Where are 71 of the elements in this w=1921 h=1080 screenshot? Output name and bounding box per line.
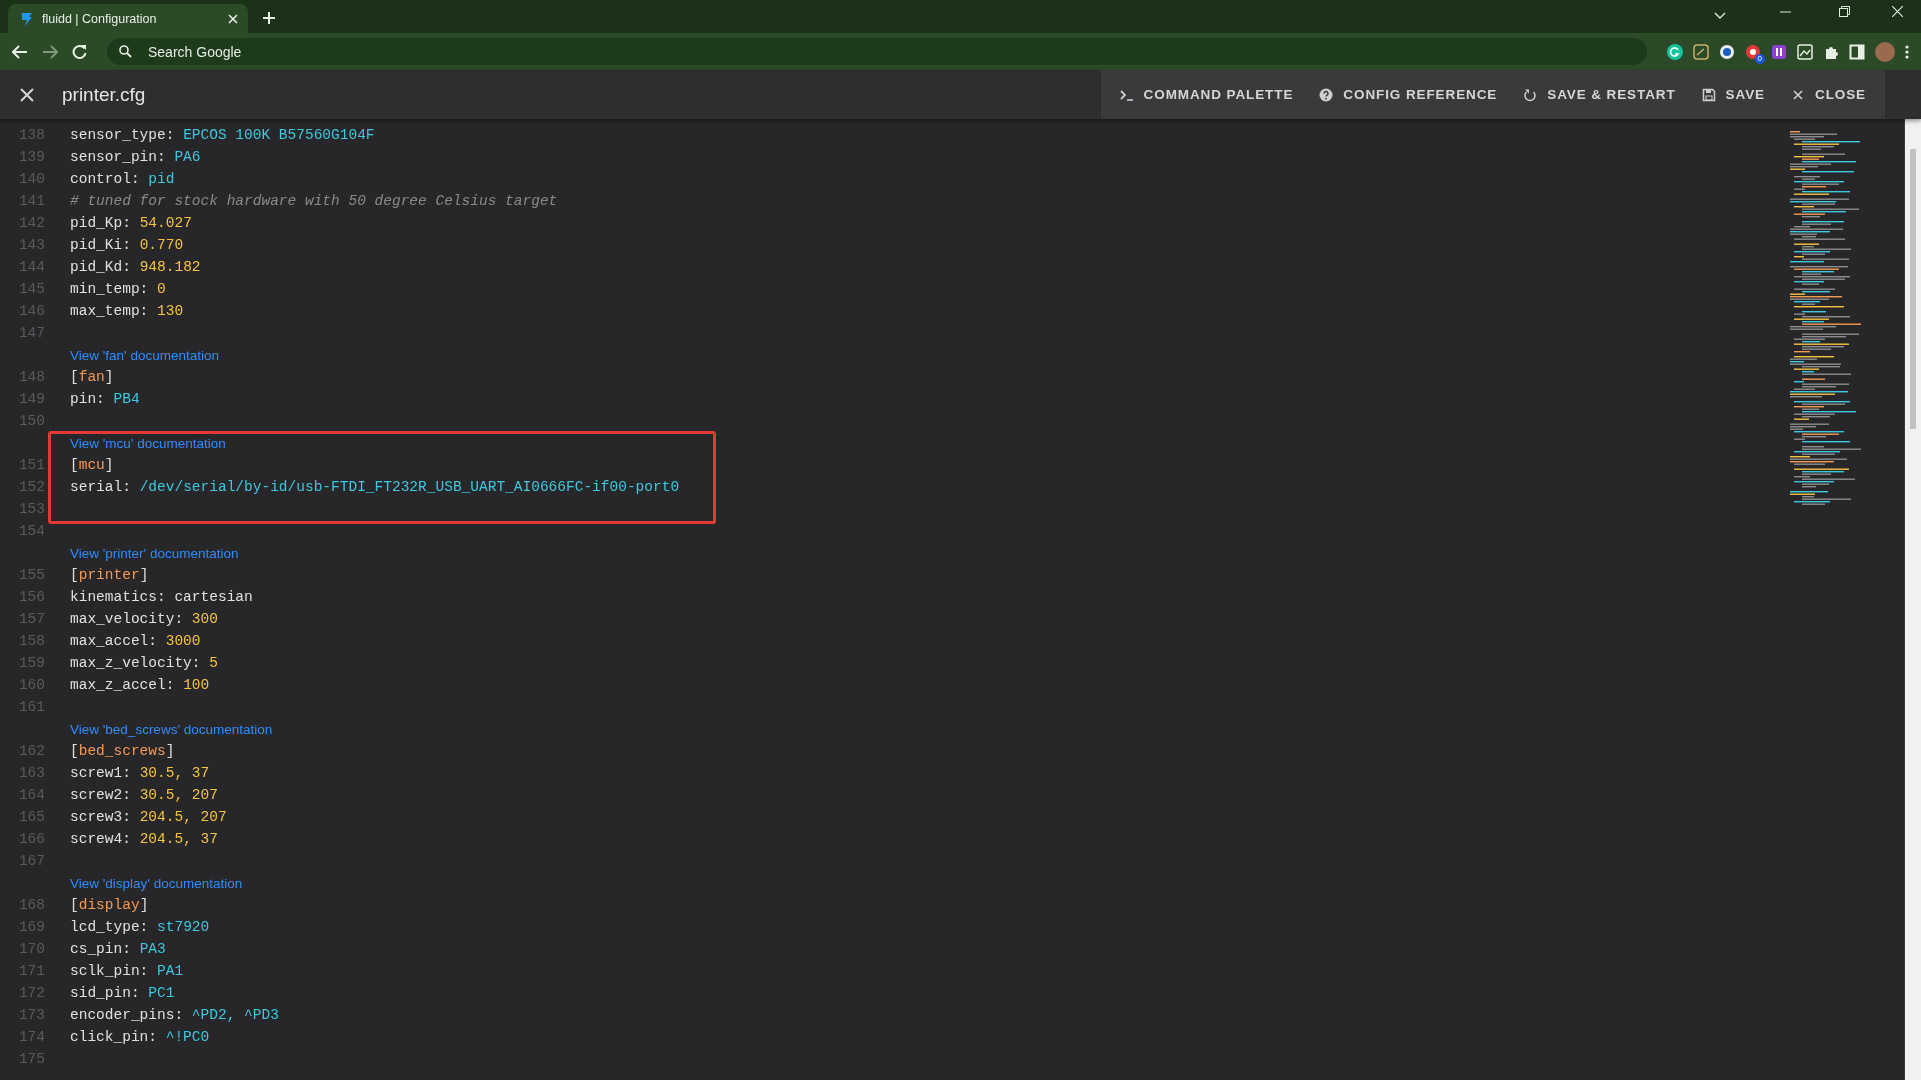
section-header: [display] — [70, 897, 149, 913]
toolbar-button[interactable]: CLOSE — [1778, 79, 1879, 110]
terminal-icon — [1119, 87, 1134, 102]
code-line: pid_Ki: 0.770 — [70, 237, 184, 253]
documentation-link[interactable]: View 'bed_screws' documentation — [70, 721, 273, 737]
close-icon[interactable] — [228, 13, 238, 24]
file-title: printer.cfg — [62, 83, 147, 106]
more-icon[interactable] — [1905, 43, 1909, 60]
code-line: screw4: 204.5, 37 — [70, 831, 218, 847]
section-header: [printer] — [70, 567, 149, 583]
code-line: pid_Kp: 54.027 — [70, 215, 192, 231]
side-panel-icon[interactable] — [1849, 43, 1865, 60]
code-line: sclk_pin: PA1 — [70, 963, 184, 979]
image-icon[interactable] — [1797, 43, 1813, 60]
code-comment: # tuned for stock hardware with 50 degree Celsius target — [70, 193, 558, 209]
code-line: max_velocity: 300 — [70, 611, 218, 627]
browser-tab[interactable]: fluidd | Configuration — [8, 4, 248, 33]
close-icon — [20, 87, 34, 102]
code-line: kinematics: cartesian — [70, 589, 253, 605]
bolt-icon — [20, 10, 34, 27]
documentation-link[interactable]: View 'display' documentation — [70, 875, 243, 891]
code-line: screw3: 204.5, 207 — [70, 809, 227, 825]
code-line: sensor_type: EPCOS 100K B57560G104F — [70, 127, 375, 143]
address-bar[interactable]: Search Google — [107, 38, 1647, 65]
toolbar-button[interactable]: COMMAND PALETTE — [1106, 79, 1307, 110]
code-line: screw1: 30.5, 37 — [70, 765, 210, 781]
g-circle-icon[interactable] — [1667, 43, 1683, 60]
forward-arrow-icon[interactable] — [42, 44, 58, 59]
save-icon — [1701, 87, 1716, 102]
back-arrow-icon[interactable] — [12, 44, 28, 59]
extension-badge: 0 — [1754, 53, 1765, 64]
toolbar-button[interactable]: SAVE & RESTART — [1510, 79, 1689, 110]
address-field[interactable]: Search Google — [146, 42, 1635, 61]
documentation-link[interactable]: View 'mcu' documentation — [70, 435, 226, 451]
documentation-link[interactable]: View 'printer' documentation — [70, 545, 239, 561]
help-icon — [1319, 87, 1334, 102]
code-line: pin: PB4 — [70, 391, 140, 407]
code-line: min_temp: 0 — [70, 281, 166, 297]
code-line: max_temp: 130 — [70, 303, 184, 319]
restart-icon — [1523, 87, 1538, 102]
code-line: max_z_accel: 100 — [70, 677, 210, 693]
documentation-link[interactable]: View 'fan' documentation — [70, 347, 219, 363]
code-line: cs_pin: PA3 — [70, 941, 166, 957]
code-line: sensor_pin: PA6 — [70, 149, 201, 165]
section-header: [bed_screws] — [70, 743, 175, 759]
bars-square-icon[interactable] — [1771, 43, 1787, 60]
reload-icon[interactable] — [72, 44, 87, 59]
section-header: [mcu] — [70, 457, 114, 473]
code-line: encoder_pins: ^PD2, ^PD3 — [70, 1007, 279, 1023]
close-icon[interactable] — [1892, 6, 1903, 17]
code-line: click_pin: ^!PC0 — [70, 1029, 210, 1045]
restore-icon[interactable] — [1839, 6, 1850, 17]
code-line: max_accel: 3000 — [70, 633, 201, 649]
close-icon — [1791, 87, 1805, 102]
scrollbar-thumb[interactable] — [1910, 149, 1916, 429]
code-line: lcd_type: st7920 — [70, 919, 210, 935]
close-button[interactable] — [20, 87, 34, 102]
code-line: sid_pin: PC1 — [70, 985, 175, 1001]
section-header: [fan] — [70, 369, 114, 385]
pencil-square-icon[interactable] — [1693, 43, 1709, 60]
toolbar-button[interactable]: CONFIG REFERENCE — [1306, 79, 1511, 110]
code-line: pid_Kd: 948.182 — [70, 259, 201, 275]
code-line: screw2: 30.5, 207 — [70, 787, 218, 803]
target-icon[interactable] — [1745, 43, 1761, 60]
chevron-down-icon[interactable] — [1714, 12, 1726, 20]
code-line: max_z_velocity: 5 — [70, 655, 218, 671]
search-icon — [119, 45, 132, 58]
new-tab-icon[interactable] — [262, 11, 276, 25]
toolbar-button[interactable]: SAVE — [1688, 79, 1778, 110]
code-line: control: pid — [70, 171, 175, 187]
code-line: serial: /dev/serial/by-id/usb-FTDI_FT232R_USB_UART_AI0666FC-if00-port0 — [70, 479, 680, 495]
